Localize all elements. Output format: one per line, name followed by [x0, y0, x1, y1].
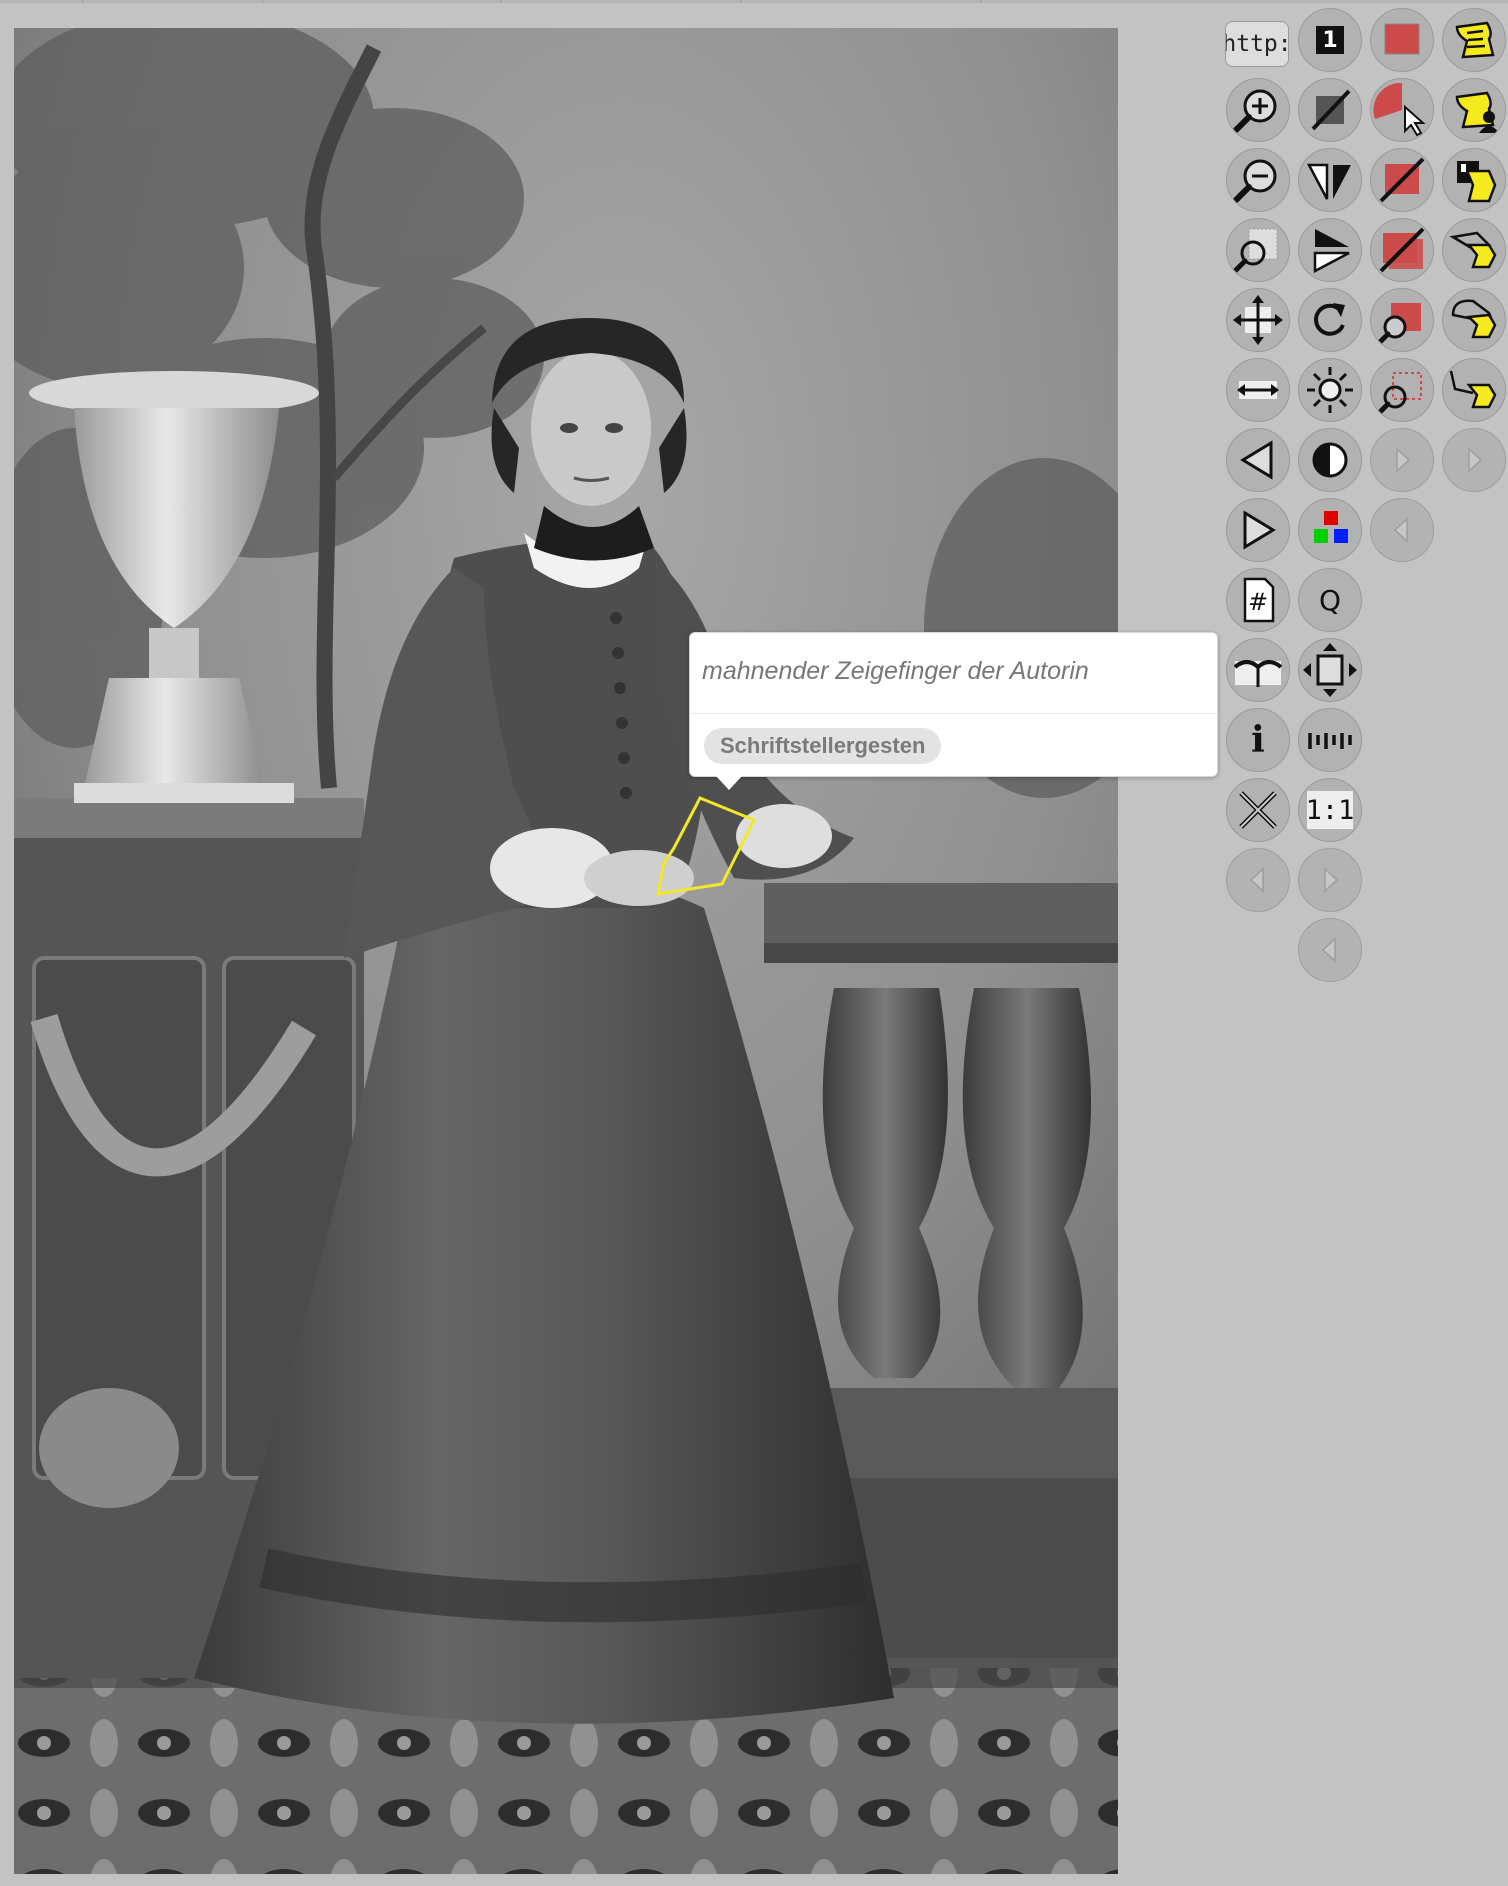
hide-regions-button[interactable]	[1370, 148, 1434, 212]
chevron-left-icon	[1321, 937, 1336, 963]
zoom-selection-button[interactable]	[1370, 358, 1434, 422]
annotation-arrow-icon	[1449, 370, 1497, 409]
top-edge	[0, 0, 1508, 3]
query-button[interactable]: Q	[1298, 568, 1362, 632]
page-curve-icon	[1233, 660, 1283, 687]
previous-item-button[interactable]	[1226, 848, 1290, 912]
original-size-button[interactable]: 1:1	[1298, 778, 1362, 842]
dashed-region-zoom-icon	[1376, 372, 1422, 416]
chevron-left-icon	[1249, 867, 1264, 893]
zoom-in-button[interactable]	[1226, 78, 1290, 142]
red-region-icon	[1384, 23, 1420, 55]
zoom-regions-button[interactable]	[1370, 288, 1434, 352]
chevron-right-icon	[1396, 447, 1411, 473]
fullscreen-button[interactable]	[1298, 638, 1362, 702]
chevron-right-icon	[1468, 447, 1483, 473]
annotation-popup[interactable]: mahnender Zeigefinger der Autorin Schrif…	[689, 632, 1218, 790]
page-number-off-icon	[1311, 89, 1351, 131]
triangle-right-icon	[1243, 510, 1276, 550]
contrast-button[interactable]	[1298, 428, 1362, 492]
popup-pointer	[716, 776, 742, 790]
move-arrows-icon	[1233, 295, 1283, 345]
info-button[interactable]: i	[1226, 708, 1290, 772]
ruler-icon	[1308, 733, 1352, 749]
user-annotation-icon	[1455, 91, 1499, 133]
close-icon	[1239, 791, 1277, 829]
toggle-region-outlines-button[interactable]	[1370, 218, 1434, 282]
region-off-icon	[1379, 157, 1425, 203]
select-region-button[interactable]	[1370, 78, 1434, 142]
zoom-out-icon	[1233, 159, 1277, 203]
chevron-left-icon	[1393, 517, 1408, 543]
annotation-list-button[interactable]	[1442, 8, 1506, 72]
close-button[interactable]	[1226, 778, 1290, 842]
back-button[interactable]	[1298, 918, 1362, 982]
color-adjust-button[interactable]	[1298, 498, 1362, 562]
next-region-button[interactable]	[1370, 428, 1434, 492]
rotate-button[interactable]	[1298, 288, 1362, 352]
mirror-horizontal-icon	[1306, 163, 1351, 200]
historic-portrait-photo	[14, 28, 1118, 1874]
chevron-right-icon	[1324, 867, 1339, 893]
annotation-scroll-icon	[1455, 21, 1495, 59]
page-number-input-button[interactable]: #	[1226, 568, 1290, 632]
rotate-icon	[1314, 303, 1345, 336]
annotation-note: mahnender Zeigefinger der Autorin	[702, 657, 1089, 685]
annotation-page-button[interactable]	[1442, 148, 1506, 212]
brightness-icon	[1307, 367, 1353, 413]
annotation-shape-button[interactable]	[1442, 218, 1506, 282]
image-viewer[interactable]	[14, 28, 1118, 1874]
mirror-vertical-icon	[1313, 229, 1350, 274]
zoom-in-icon	[1233, 89, 1277, 133]
mirror-vertical-button[interactable]	[1298, 218, 1362, 282]
next-page-button[interactable]	[1226, 498, 1290, 562]
hide-page-numbers-button[interactable]	[1298, 78, 1362, 142]
fit-width-button[interactable]	[1226, 358, 1290, 422]
annotation-number-icon	[1457, 161, 1497, 203]
mirror-horizontal-button[interactable]	[1298, 148, 1362, 212]
scan-position-button[interactable]	[1226, 638, 1290, 702]
triangle-left-icon	[1240, 440, 1273, 480]
user-annotations-button[interactable]	[1442, 78, 1506, 142]
zoom-region-button[interactable]	[1226, 218, 1290, 282]
annotation-edit-button[interactable]	[1442, 358, 1506, 422]
pan-button[interactable]	[1226, 288, 1290, 352]
popup-divider	[690, 713, 1217, 714]
fit-width-icon	[1237, 381, 1279, 399]
zoom-out-button[interactable]	[1226, 148, 1290, 212]
show-regions-button[interactable]	[1370, 8, 1434, 72]
previous-page-button[interactable]	[1226, 428, 1290, 492]
annotation-zoom-button[interactable]	[1442, 288, 1506, 352]
measure-button[interactable]	[1298, 708, 1362, 772]
annotation-tag[interactable]: Schriftstellergesten	[704, 728, 942, 764]
rgb-icon	[1314, 511, 1348, 543]
fullscreen-icon	[1303, 643, 1357, 697]
page-number-button[interactable]: 1	[1298, 8, 1362, 72]
brightness-button[interactable]	[1298, 358, 1362, 422]
zoom-to-area-icon	[1232, 228, 1278, 274]
annotation-outline-icon	[1451, 299, 1497, 339]
region-dim-icon	[1379, 227, 1425, 273]
url-link-button[interactable]: http:	[1225, 21, 1289, 67]
annotation-polygon-icon	[1449, 231, 1497, 269]
next-item-button[interactable]	[1298, 848, 1362, 912]
zoom-red-region-icon	[1376, 303, 1421, 346]
contrast-icon	[1312, 442, 1348, 478]
next-annotation-button[interactable]	[1442, 428, 1506, 492]
previous-region-button[interactable]	[1370, 498, 1434, 562]
region-select-cursor-icon	[1373, 82, 1426, 137]
